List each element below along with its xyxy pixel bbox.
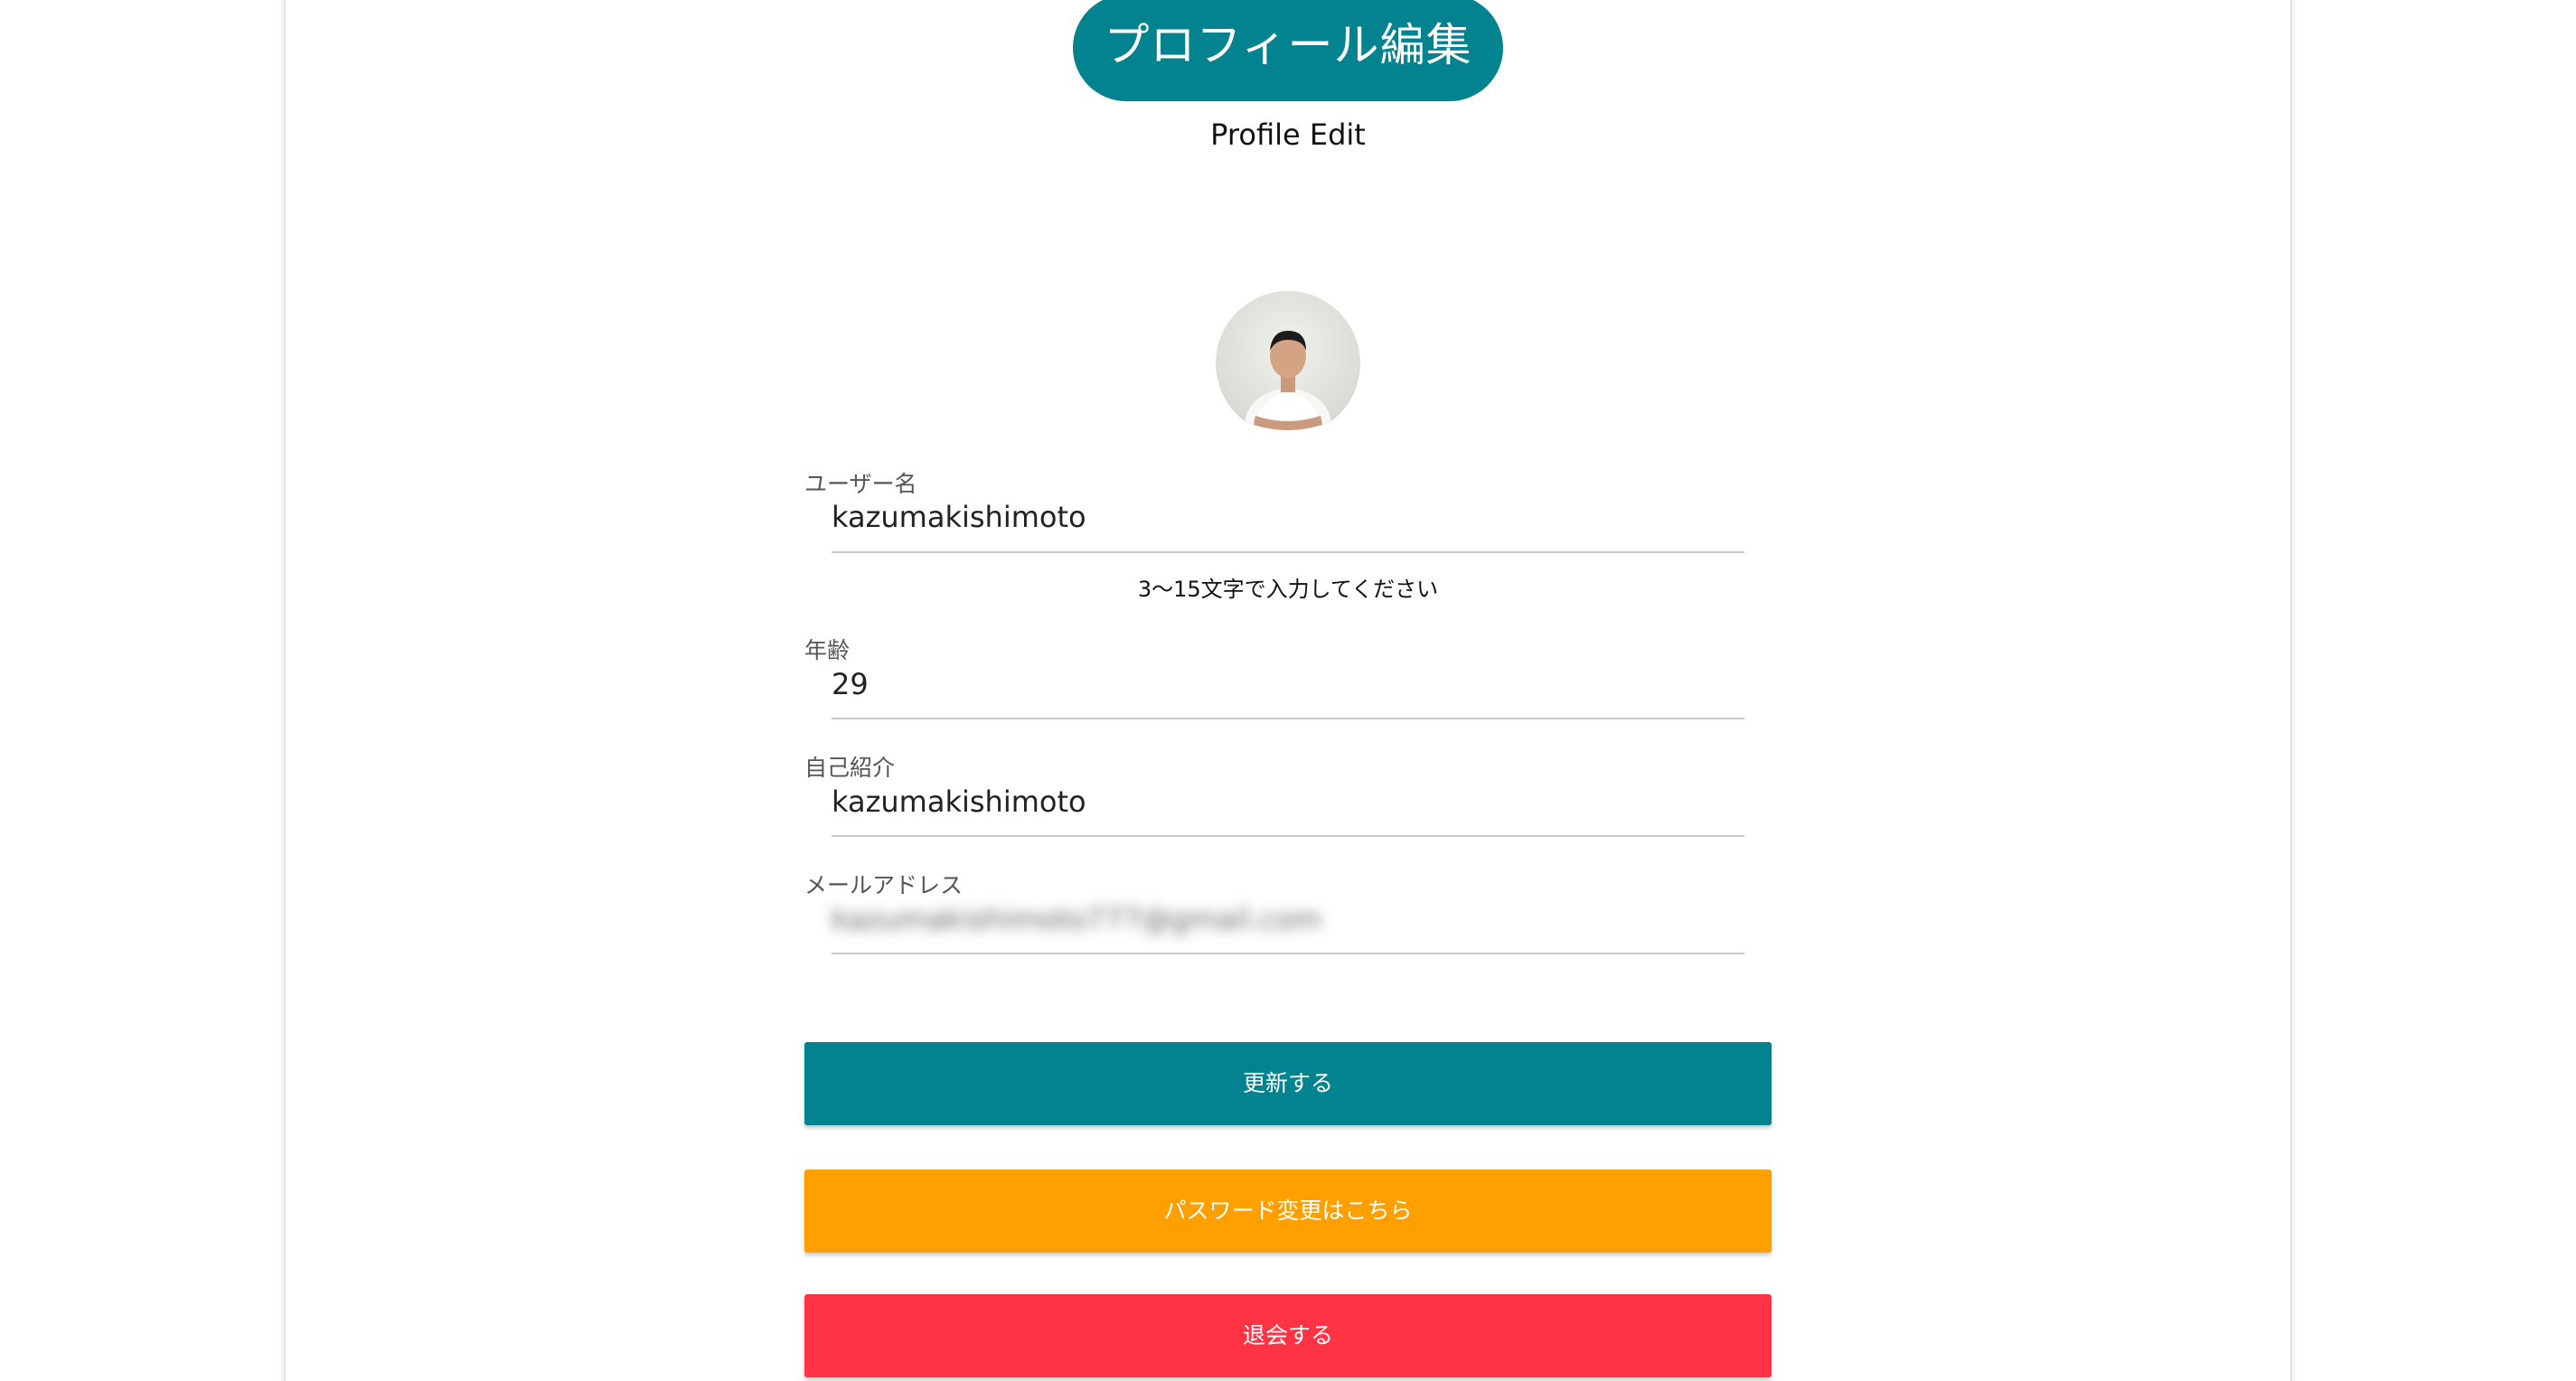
email-input[interactable]: kazumakishimoto777@gmail.com xyxy=(832,902,1744,936)
age-label: 年齢 xyxy=(804,637,851,663)
change-password-button[interactable]: パスワード変更はこちら xyxy=(804,1170,1772,1253)
bio-label: 自己紹介 xyxy=(804,755,896,781)
page: プロフィール編集 Profile Edit ユーザー名 3〜15文字で入力してく… xyxy=(0,0,2576,1381)
withdraw-button[interactable]: 退会する xyxy=(804,1294,1772,1377)
username-hint: 3〜15文字で入力してください xyxy=(1137,577,1439,602)
age-input[interactable] xyxy=(832,667,1744,701)
age-underline xyxy=(832,718,1744,719)
username-label: ユーザー名 xyxy=(804,471,917,497)
email-label: メールアドレス xyxy=(804,872,964,898)
update-button[interactable]: 更新する xyxy=(804,1042,1772,1125)
email-underline xyxy=(832,953,1744,954)
username-underline xyxy=(832,551,1744,553)
bio-input[interactable] xyxy=(832,784,1744,819)
user-photo-avatar-icon xyxy=(1245,331,1331,436)
avatar[interactable] xyxy=(1216,291,1360,436)
page-subtitle: Profile Edit xyxy=(1210,117,1366,152)
username-input[interactable] xyxy=(832,500,1744,534)
bio-underline xyxy=(832,835,1744,837)
page-title: プロフィール編集 xyxy=(1073,0,1503,101)
